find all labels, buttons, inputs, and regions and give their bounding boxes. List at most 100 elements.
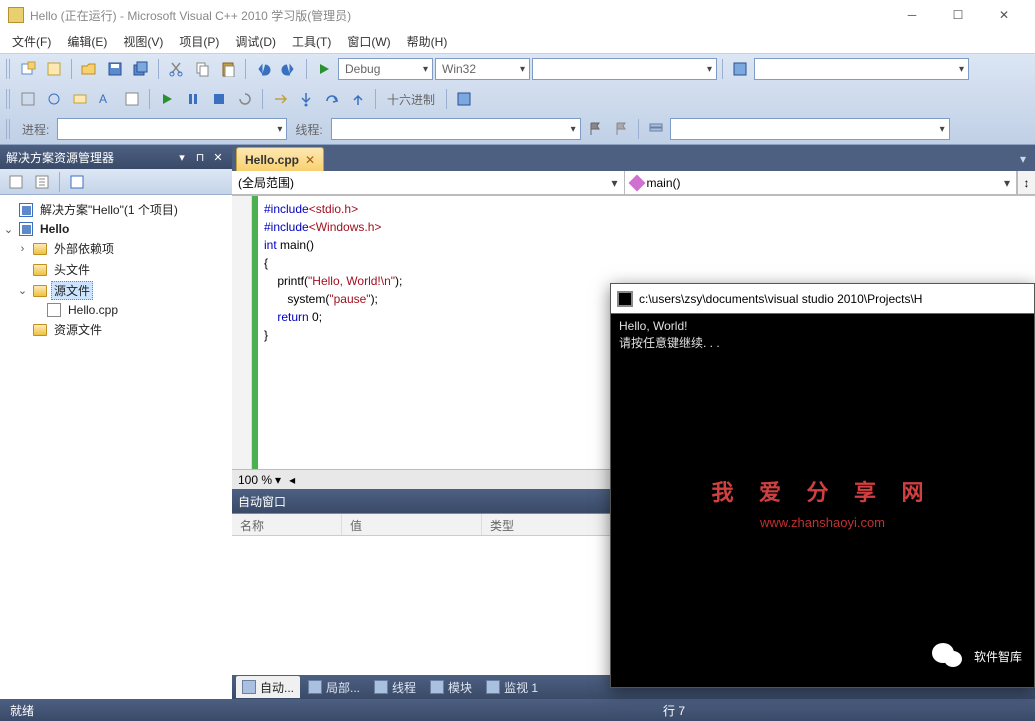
save-button[interactable]	[103, 57, 127, 81]
tree-resources[interactable]: 资源文件	[2, 319, 230, 340]
flag-all-button[interactable]	[609, 117, 633, 141]
method-icon	[628, 174, 645, 191]
continue-button[interactable]	[155, 87, 179, 111]
extensions-button[interactable]	[728, 57, 752, 81]
console-icon	[617, 291, 633, 307]
menu-edit[interactable]: 编辑(E)	[59, 30, 115, 53]
nav-side-button[interactable]: ↕	[1017, 171, 1035, 194]
stop-button[interactable]	[207, 87, 231, 111]
stackframe-combo[interactable]	[670, 118, 950, 140]
thread-combo[interactable]	[331, 118, 581, 140]
toolbar-grip[interactable]	[6, 119, 12, 139]
dbg-btn-5[interactable]	[120, 87, 144, 111]
tab-locals[interactable]: 局部...	[302, 676, 366, 698]
paste-button[interactable]	[216, 57, 240, 81]
col-name[interactable]: 名称	[232, 514, 342, 535]
toolbar-grip[interactable]	[6, 59, 12, 79]
dbg-btn-2[interactable]	[42, 87, 66, 111]
tree-solution[interactable]: 解决方案"Hello"(1 个项目)	[2, 199, 230, 220]
toolbar-debug: A 十六进制	[0, 84, 1035, 114]
menu-help[interactable]: 帮助(H)	[399, 30, 456, 53]
menu-tools[interactable]: 工具(T)	[284, 30, 339, 53]
menu-bar: 文件(F) 编辑(E) 视图(V) 项目(P) 调试(D) 工具(T) 窗口(W…	[0, 30, 1035, 54]
modules-icon	[430, 680, 444, 694]
tab-watch[interactable]: 监视 1	[480, 676, 544, 698]
tree-sources[interactable]: ⌄ 源文件	[2, 280, 230, 301]
watermark-title: 我 爱 分 享 网	[611, 484, 1034, 501]
hex-label: 十六进制	[381, 91, 441, 108]
status-ready: 就绪	[10, 702, 34, 719]
stackframe-button[interactable]	[644, 117, 668, 141]
add-item-button[interactable]	[42, 57, 66, 81]
pause-button[interactable]	[181, 87, 205, 111]
console-window[interactable]: c:\users\zsy\documents\visual studio 201…	[610, 283, 1035, 688]
open-button[interactable]	[77, 57, 101, 81]
tab-hello-cpp[interactable]: Hello.cpp ✕	[236, 147, 324, 171]
tab-dropdown-icon[interactable]: ▾	[1011, 147, 1035, 171]
platform-combo[interactable]: Win32	[435, 58, 530, 80]
menu-project[interactable]: 项目(P)	[171, 30, 227, 53]
dropdown-icon[interactable]: ▾	[174, 149, 190, 165]
menu-view[interactable]: 视图(V)	[115, 30, 171, 53]
properties-button[interactable]	[4, 170, 28, 194]
watermark-brand: 软件智库	[930, 639, 1022, 675]
start-debug-button[interactable]	[312, 57, 336, 81]
tab-close-icon[interactable]: ✕	[305, 153, 315, 167]
dbg-btn-4[interactable]: A	[94, 87, 118, 111]
scope-combo[interactable]: (全局范围)	[232, 171, 625, 194]
new-project-button[interactable]	[16, 57, 40, 81]
windows-button[interactable]	[452, 87, 476, 111]
step-into-button[interactable]	[294, 87, 318, 111]
tree-external-deps[interactable]: › 外部依赖项	[2, 238, 230, 259]
outline-margin[interactable]	[232, 196, 252, 469]
menu-debug[interactable]: 调试(D)	[227, 30, 284, 53]
close-icon[interactable]: ✕	[210, 149, 226, 165]
find-combo[interactable]	[532, 58, 717, 80]
redo-button[interactable]	[277, 57, 301, 81]
navigation-bar: (全局范围) main() ↕	[232, 171, 1035, 195]
show-next-button[interactable]	[268, 87, 292, 111]
flag-button[interactable]	[583, 117, 607, 141]
document-tabs: Hello.cpp ✕ ▾	[232, 145, 1035, 171]
threads-icon	[374, 680, 388, 694]
view-code-button[interactable]	[65, 170, 89, 194]
tab-threads[interactable]: 线程	[368, 676, 422, 698]
process-combo[interactable]	[57, 118, 287, 140]
tree-file-hello[interactable]: Hello.cpp	[2, 301, 230, 319]
extra-combo[interactable]	[754, 58, 969, 80]
title-bar: Hello (正在运行) - Microsoft Visual C++ 2010…	[0, 0, 1035, 30]
col-value[interactable]: 值	[342, 514, 482, 535]
undo-button[interactable]	[251, 57, 275, 81]
pin-icon[interactable]: ⊓	[192, 149, 208, 165]
step-out-button[interactable]	[346, 87, 370, 111]
tab-label: Hello.cpp	[245, 153, 299, 167]
console-titlebar[interactable]: c:\users\zsy\documents\visual studio 201…	[611, 284, 1034, 314]
process-label: 进程:	[16, 121, 55, 138]
show-all-button[interactable]	[30, 170, 54, 194]
copy-button[interactable]	[190, 57, 214, 81]
minimize-button[interactable]: ─	[889, 0, 935, 30]
scroll-left-icon[interactable]: ◂	[289, 473, 295, 487]
zoom-combo[interactable]: 100 %▾	[238, 473, 281, 487]
method-combo[interactable]: main()	[625, 171, 1018, 194]
maximize-button[interactable]: ☐	[935, 0, 981, 30]
step-over-button[interactable]	[320, 87, 344, 111]
tab-modules[interactable]: 模块	[424, 676, 478, 698]
dbg-btn-1[interactable]	[16, 87, 40, 111]
tree-headers[interactable]: 头文件	[2, 259, 230, 280]
console-body[interactable]: Hello, World! 请按任意键继续. . . 我 爱 分 享 网 www…	[611, 314, 1034, 687]
config-combo[interactable]: Debug	[338, 58, 433, 80]
dbg-btn-3[interactable]	[68, 87, 92, 111]
wechat-icon	[930, 639, 966, 675]
tab-autos[interactable]: 自动...	[236, 676, 300, 698]
menu-window[interactable]: 窗口(W)	[339, 30, 398, 53]
svg-text:A: A	[99, 92, 107, 106]
restart-button[interactable]	[233, 87, 257, 111]
tree-project[interactable]: ⌄ Hello	[2, 220, 230, 238]
toolbar-grip[interactable]	[6, 89, 12, 109]
cut-button[interactable]	[164, 57, 188, 81]
save-all-button[interactable]	[129, 57, 153, 81]
toolbars: Debug Win32 A 十六进制 进程: 线程:	[0, 54, 1035, 145]
menu-file[interactable]: 文件(F)	[4, 30, 59, 53]
close-button[interactable]: ✕	[981, 0, 1027, 30]
